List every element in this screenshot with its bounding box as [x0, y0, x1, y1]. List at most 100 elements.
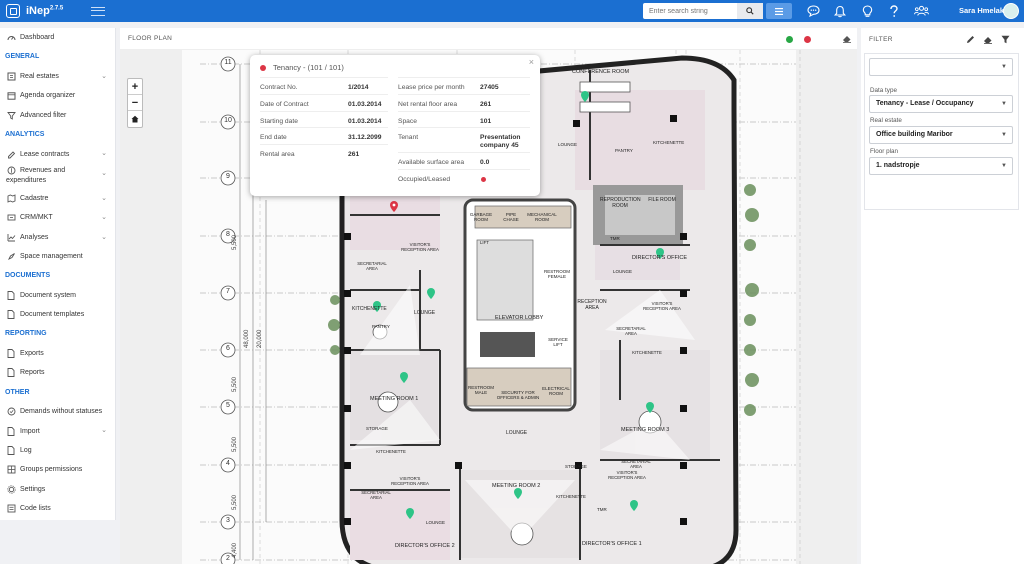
- room-label-meeting-1[interactable]: MEETING ROOM 1: [370, 396, 418, 402]
- app-logo[interactable]: iNep2.7.5: [6, 4, 63, 18]
- room-label-tmr[interactable]: TMR: [597, 507, 607, 512]
- zoom-in-button[interactable]: +: [128, 79, 142, 95]
- popup-row: Contract No. 1/2014: [260, 77, 388, 94]
- help-button[interactable]: [886, 3, 902, 19]
- room-label-reproduction[interactable]: REPRODUCTION ROOM: [600, 197, 641, 209]
- data-type-select[interactable]: Tenancy - Lease / Occupancy ▼: [869, 95, 1013, 113]
- room-label-visitors-reception[interactable]: VISITOR'S RECEPTION AREA: [400, 242, 440, 252]
- sidebar-item-demands[interactable]: Demands without statuses: [0, 402, 115, 421]
- room-label-directors-office-2[interactable]: DIRECTOR'S OFFICE 2: [395, 543, 455, 549]
- room-label-conference[interactable]: CONFERENCE ROOM: [572, 69, 629, 75]
- room-label-meeting-3[interactable]: MEETING ROOM 3: [621, 427, 669, 433]
- popup-left-column: Contract No. 1/2014 Date of Contract 01.03…: [260, 77, 388, 161]
- room-label-lounge[interactable]: LOUNGE: [558, 142, 577, 147]
- room-label-restroom-male[interactable]: RESTROOM MALE: [466, 385, 496, 395]
- room-label-directors-office[interactable]: DIRECTOR'S OFFICE: [632, 255, 687, 261]
- sidebar-item-groups-permissions[interactable]: Groups permissions: [0, 460, 115, 479]
- room-label-elevator-lobby[interactable]: ELEVATOR LOBBY: [495, 315, 543, 321]
- sidebar-item-reports[interactable]: Reports: [0, 363, 115, 382]
- sidebar-item-document-system[interactable]: Document system: [0, 286, 115, 305]
- floor-plan-select[interactable]: 1. nadstropje ▼: [869, 157, 1013, 175]
- tips-button[interactable]: [859, 3, 875, 19]
- sidebar-item-exports[interactable]: Exports: [0, 344, 115, 363]
- sidebar-item-real-estates[interactable]: Real estates ⌄: [0, 67, 115, 86]
- close-icon[interactable]: ×: [529, 57, 534, 67]
- room-label-garbage[interactable]: GARBAGE ROOM: [466, 212, 496, 222]
- edit-icon[interactable]: [966, 35, 975, 46]
- sidebar-item-lease-contracts[interactable]: Lease contracts ⌄: [0, 144, 115, 163]
- room-label-storage[interactable]: STORAGE: [565, 464, 587, 469]
- room-label-electrical[interactable]: ELECTRICAL ROOM: [540, 386, 572, 396]
- list-icon: [775, 7, 783, 15]
- room-label-visitors-reception[interactable]: VISITOR'S RECEPTION AREA: [390, 476, 430, 486]
- section-analytics: ANALYTICS: [5, 130, 45, 138]
- sidebar-item-analyses[interactable]: Analyses ⌄: [0, 228, 115, 247]
- sidebar-item-log[interactable]: Log: [0, 441, 115, 460]
- room-label-service-lift[interactable]: SERVICE LIFT: [545, 337, 571, 347]
- room-label-kitchenette[interactable]: KITCHENETTE: [370, 449, 412, 454]
- avatar[interactable]: [1003, 3, 1019, 19]
- room-label-mechanical[interactable]: MECHANICAL ROOM: [522, 212, 562, 222]
- list-icon: [6, 504, 16, 514]
- user-name[interactable]: Sara Hmelak: [959, 6, 1004, 15]
- real-estate-select[interactable]: Office building Maribor ▼: [869, 126, 1013, 144]
- room-label-secretarial[interactable]: SECRETARIAL AREA: [620, 459, 652, 469]
- room-label-storage[interactable]: STORAGE: [366, 426, 388, 431]
- room-label-secretarial[interactable]: SECRETARIAL AREA: [356, 261, 388, 271]
- users-button[interactable]: [913, 3, 929, 19]
- sidebar-item-settings[interactable]: Settings: [0, 480, 115, 499]
- sidebar-item-crm-mkt[interactable]: CRM/MKT ⌄: [0, 208, 115, 227]
- chevron-down-icon: ⌄: [101, 233, 107, 241]
- search-input[interactable]: [643, 3, 737, 19]
- sidebar-item-space-management[interactable]: Space management: [0, 247, 115, 266]
- legend-occupied-dot[interactable]: [804, 36, 811, 43]
- section-general: GENERAL: [5, 53, 40, 61]
- room-label-meeting-2[interactable]: MEETING ROOM 2: [492, 483, 540, 489]
- popup-row: Lease price per month 27405: [398, 77, 530, 94]
- room-label-visitors-reception[interactable]: VISITOR'S RECEPTION AREA: [607, 470, 647, 480]
- room-label-pantry[interactable]: PANTRY: [372, 324, 390, 329]
- room-label-lift[interactable]: LIFT: [480, 240, 489, 245]
- filter-icon[interactable]: [1001, 35, 1010, 46]
- room-label-reception[interactable]: RECEPTION AREA: [575, 299, 609, 311]
- section-other: OTHER: [5, 388, 30, 396]
- sidebar-item-code-lists[interactable]: Code lists: [0, 499, 115, 518]
- room-label-restroom-female[interactable]: RESTROOM FEMALE: [540, 269, 574, 279]
- sidebar-item-agenda-organizer[interactable]: Agenda organizer: [0, 86, 115, 105]
- chat-button[interactable]: [805, 3, 821, 19]
- notifications-button[interactable]: [832, 3, 848, 19]
- sidebar-item-advanced-filter[interactable]: Advanced filter: [0, 106, 115, 125]
- room-label-secretarial[interactable]: SECRETARIAL AREA: [360, 490, 392, 500]
- sidebar-item-document-templates[interactable]: Document templates: [0, 305, 115, 324]
- room-label-file-room[interactable]: FILE ROOM: [648, 197, 676, 203]
- sidebar-item-cadastre[interactable]: Cadastre ⌄: [0, 189, 115, 208]
- room-label-kitchenette[interactable]: KITCHENETTE: [352, 306, 387, 312]
- legend-available-dot[interactable]: [786, 36, 793, 43]
- zoom-out-button[interactable]: −: [128, 95, 142, 111]
- room-label-lounge[interactable]: LOUNGE: [613, 269, 632, 274]
- room-label-kitchenette[interactable]: KITCHENETTE: [556, 494, 586, 499]
- room-label-secretarial[interactable]: SECRETARIAL AREA: [615, 326, 647, 336]
- room-label-visitors-reception[interactable]: VISITOR'S RECEPTION AREA: [642, 301, 682, 311]
- eraser-icon[interactable]: [983, 35, 993, 46]
- saved-filter-select[interactable]: ▼: [869, 58, 1013, 76]
- room-label-lounge[interactable]: LOUNGE: [506, 430, 527, 436]
- search-button[interactable]: [737, 3, 763, 19]
- report-icon: [6, 368, 16, 378]
- eraser-icon[interactable]: [842, 34, 852, 45]
- sidebar-item-dashboard[interactable]: Dashboard: [0, 28, 115, 47]
- room-label-lounge[interactable]: LOUNGE: [426, 520, 445, 525]
- home-view-button[interactable]: [128, 111, 142, 127]
- sidebar-item-revenues-expenditures[interactable]: Revenues and expenditures ⌄: [0, 164, 115, 189]
- room-label-pantry[interactable]: PANTRY: [615, 148, 633, 153]
- room-label-tmr[interactable]: TMR: [610, 236, 620, 241]
- room-label-pipe[interactable]: PIPE CHASE: [500, 212, 522, 222]
- sidebar-item-import[interactable]: Import ⌄: [0, 421, 115, 440]
- sidebar-toggle-button[interactable]: [91, 6, 106, 16]
- room-label-kitchenette[interactable]: KITCHENETTE: [653, 140, 684, 145]
- room-label-directors-office-1[interactable]: DIRECTOR'S OFFICE 1: [582, 541, 642, 547]
- room-label-kitchenette[interactable]: KITCHENETTE: [630, 350, 664, 355]
- list-menu-button[interactable]: [766, 3, 792, 19]
- room-label-lounge[interactable]: LOUNGE: [414, 310, 435, 316]
- room-label-security[interactable]: SECURITY FOR OFFICERS & ADMIN: [494, 390, 542, 400]
